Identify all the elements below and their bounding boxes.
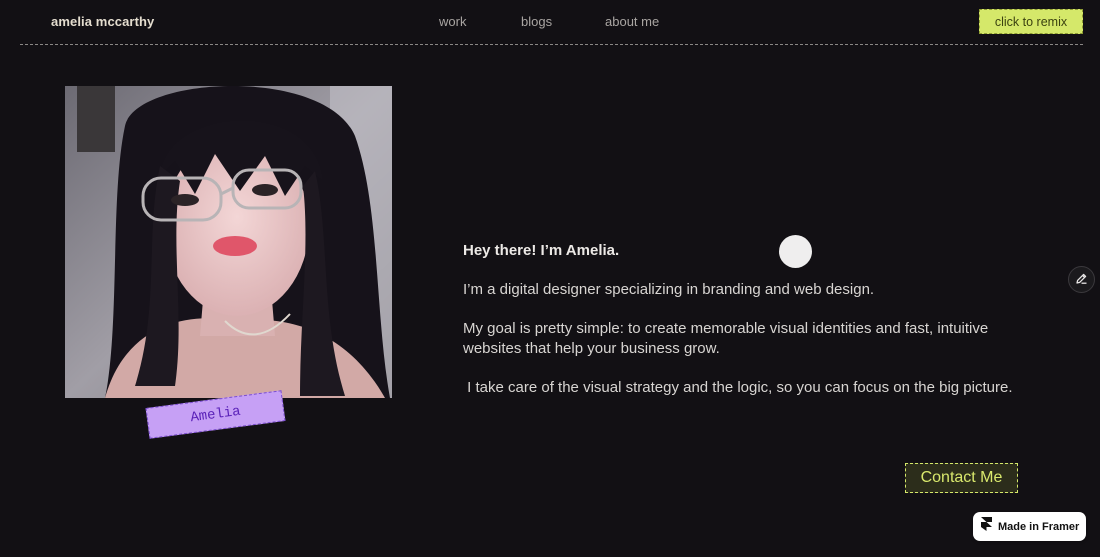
framer-logo-icon (981, 517, 992, 536)
badge-label: Made in Framer (998, 520, 1080, 533)
nav-work[interactable]: work (439, 14, 466, 29)
contact-button[interactable]: Contact Me (905, 463, 1018, 493)
edit-button[interactable] (1068, 266, 1095, 293)
nav-about-me[interactable]: about me (605, 14, 659, 29)
bio-paragraph: My goal is pretty simple: to create memo… (463, 320, 989, 357)
remix-button[interactable]: click to remix (979, 9, 1083, 34)
page: amelia mccarthy work blogs about me clic… (0, 0, 1100, 557)
header-divider (20, 44, 1083, 45)
cursor-dot (779, 235, 812, 268)
bio-paragraph: I’m a digital designer specializing in b… (463, 281, 875, 298)
nav-blogs[interactable]: blogs (521, 14, 552, 29)
bio-paragraph: I take care of the visual strategy and t… (463, 379, 1013, 396)
bio-heading: Hey there! I’m Amelia. (463, 242, 620, 259)
bio-section: Hey there! I’m Amelia. I’m a digital des… (463, 240, 1023, 398)
main-nav: work blogs about me (0, 14, 1100, 32)
profile-photo (65, 86, 392, 398)
made-in-framer-badge[interactable]: Made in Framer (973, 512, 1086, 541)
pencil-icon (1075, 272, 1088, 288)
